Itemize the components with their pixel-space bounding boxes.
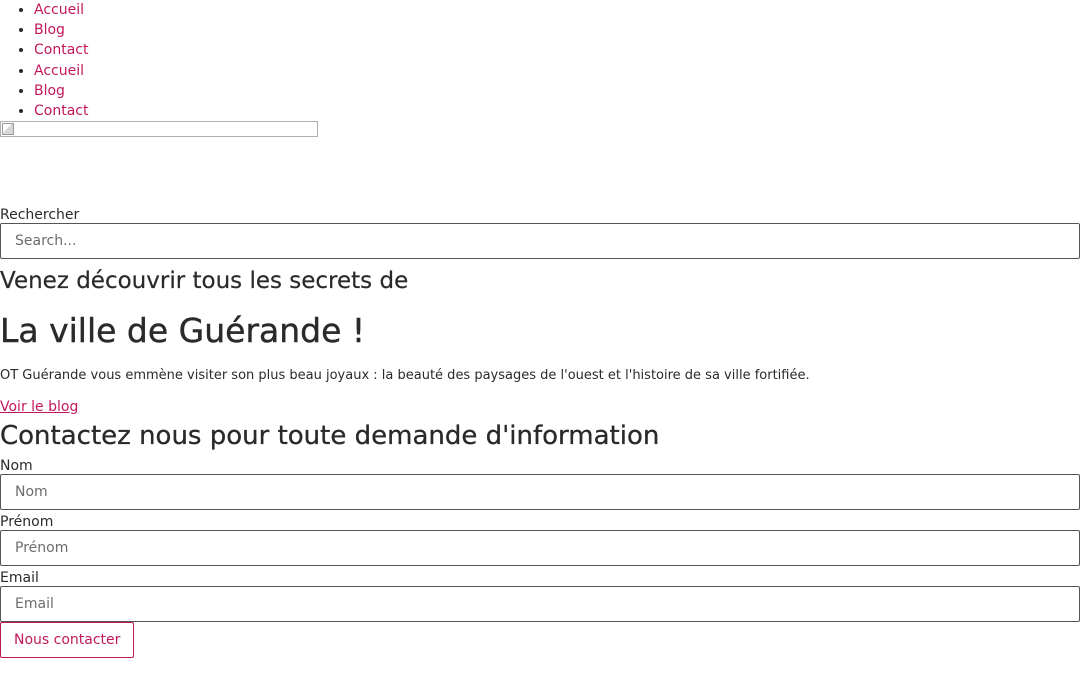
nom-field[interactable] [0,474,1080,511]
nav-link-contact-2[interactable]: Contact [34,103,88,119]
search-label: Rechercher [0,207,80,224]
nav-item-accueil: Accueil [34,0,1080,20]
main-nav: Accueil Blog Contact Accueil Blog Contac… [0,0,1080,121]
nav-item-blog-2: Blog [34,81,1080,101]
prenom-field[interactable] [0,530,1080,567]
broken-image-placeholder [0,121,318,138]
nav-item-blog: Blog [34,20,1080,40]
contact-heading: Contactez nous pour toute demande d'info… [0,421,660,452]
search-input[interactable] [0,223,1080,260]
view-blog-link[interactable]: Voir le blog [0,398,78,416]
nom-label: Nom [0,458,33,475]
nav-item-accueil-2: Accueil [34,61,1080,81]
contact-form: Nom Prénom Email Nous contacter [0,458,1080,659]
nav-link-accueil[interactable]: Accueil [34,2,84,18]
email-label: Email [0,570,39,587]
prenom-label: Prénom [0,514,54,531]
hero-description: OT Guérande vous emmène visiter son plus… [0,368,810,384]
nav-link-blog[interactable]: Blog [34,22,65,38]
email-field[interactable] [0,586,1080,623]
search-section: Rechercher [0,207,1080,260]
nav-link-contact[interactable]: Contact [34,42,88,58]
nav-item-contact: Contact [34,40,1080,60]
hero-subtitle: Venez découvrir tous les secrets de [0,268,409,295]
nav-link-accueil-2[interactable]: Accueil [34,63,84,79]
nav-link-blog-2[interactable]: Blog [34,83,65,99]
broken-image-icon [2,123,14,136]
nav-item-contact-2: Contact [34,101,1080,121]
contact-submit-button[interactable]: Nous contacter [0,622,135,659]
hero-title: La ville de Guérande ! [0,311,366,351]
